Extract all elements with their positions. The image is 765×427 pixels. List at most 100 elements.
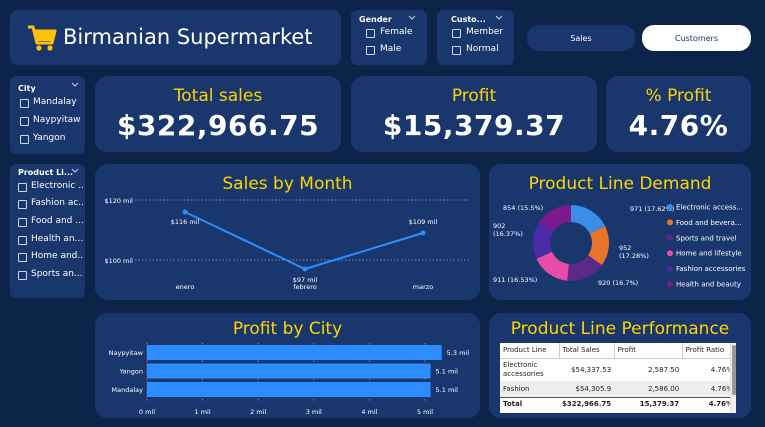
customer-slicer-title: Custo... [451,15,486,24]
customer-type-slicer: Custo... Member Normal [437,10,514,65]
slice-label: (17.28%) [619,252,649,260]
product-option-checkbox[interactable] [18,183,27,192]
product-option-checkbox[interactable] [18,218,27,227]
data-point[interactable] [420,230,426,236]
product-option-checkbox[interactable] [18,200,27,209]
total-sales-value: $322,966.75 [116,109,320,142]
scrollbar-thumb[interactable] [732,345,736,395]
table-cell: 15,379.37 [639,399,680,408]
data-point[interactable] [302,266,308,272]
app-title: Birmanian Supermarket [63,25,313,49]
chevron-down-icon[interactable] [71,167,79,175]
profit-percent-value: 4.76% [628,109,729,142]
product-option-label: Home and... [31,251,83,261]
column-header-label: Product Line [503,346,547,355]
performance-table[interactable]: Product Line Total Sales Profit Profit R… [500,343,736,413]
category-label: Mandalay [112,386,144,394]
legend-label[interactable]: Electronic access... [676,204,743,212]
legend-marker [667,234,673,241]
chevron-down-icon[interactable] [408,14,416,22]
legend-label[interactable]: Home and lifestyle [676,250,742,258]
performance-table-grid: Product Line Total Sales Profit Profit R… [500,343,736,410]
slice-label: (16.37%) [493,230,523,238]
x-tick-label: 1 mil [195,408,211,416]
total-sales-card: Total sales $322,966.75 [95,76,341,152]
customers-button[interactable]: Customers [642,25,751,51]
y-tick-label: $120 mil [104,197,133,205]
data-label: 5.1 mil [436,386,459,394]
mandalay-checkbox[interactable] [20,99,29,108]
slice-label: 911 (16.53%) [493,276,537,284]
total-sales-title: Total sales [173,86,263,106]
legend-label[interactable]: Sports and travel [676,234,736,242]
product-option-checkbox[interactable] [18,253,27,262]
legend-marker [667,204,673,210]
table-cell: Total [503,399,523,408]
product-option-label: Food and ... [31,216,83,226]
product-line-performance-card: Product Line Performance Product Line To… [489,313,751,418]
table-cell: 4.76% [710,384,733,393]
bar[interactable] [147,345,442,360]
sales-button[interactable]: Sales [527,25,635,51]
city-slicer-title: City [18,84,36,93]
table-cell: Fashion [503,384,530,393]
table-scrollbar[interactable] [730,343,736,413]
legend-label[interactable]: Food and bevera... [676,219,741,227]
legend-label[interactable]: Fashion accessories [676,265,746,273]
table-header-row: Product Line Total Sales Profit Profit R… [500,343,736,358]
yangon-checkbox[interactable] [20,135,29,144]
product-line-performance-title: Product Line Performance [510,319,730,339]
product-line-slicer-title: Product Li... [18,168,74,177]
column-header-product-line[interactable]: Product Line [500,343,560,358]
normal-checkbox[interactable] [452,46,461,55]
chevron-down-icon[interactable] [495,14,503,22]
category-label: Naypyitaw [109,349,144,357]
column-header-total-sales[interactable]: Total Sales [559,343,615,358]
column-header-label: Total Sales [562,346,600,355]
x-tick-label: febrero [293,283,316,291]
member-label: Member [466,27,504,37]
sales-by-month-chart: $120 mil$100 mil$116 milenero$97 milfebr… [104,197,470,291]
legend-marker [667,219,673,226]
naypyitaw-checkbox[interactable] [20,117,29,126]
data-label: 5.1 mil [436,368,459,376]
slice-label: 920 (16.7%) [598,279,638,287]
product-option-checkbox[interactable] [18,236,27,245]
naypyitaw-label: Naypyitaw [33,115,81,125]
profit-title: Profit [451,86,497,106]
member-checkbox[interactable] [452,29,461,38]
column-header-profit[interactable]: Profit [614,343,683,358]
male-checkbox[interactable] [366,46,375,55]
bar[interactable] [147,382,431,397]
chevron-down-icon[interactable] [71,81,79,89]
slice-label: 902 [493,222,505,230]
sales-by-month-card: Sales by Month $120 mil $100 mil $116 mil e… [95,164,480,300]
table-row[interactable]: Electronic accessories $54,337.53 2,587.… [500,358,736,381]
product-option-label: Electronic ... [31,181,83,191]
profit-percent-title: % Profit [645,86,712,106]
table-cell: $54,305.9 [575,384,612,393]
profit-card: Profit $15,379.37 [351,76,597,152]
data-point[interactable] [182,209,188,215]
product-option-label: Health an... [31,234,83,244]
table-cell: 2,586.00 [647,384,680,393]
table-total-row: Total $322,966.75 15,379.37 4.76% [500,397,736,410]
profit-by-city-card: Profit by City 0 mil 1 mil 2 mil 3 mil 4 mil… [95,313,480,418]
table-cell: $54,337.53 [571,365,612,374]
slice-label: 854 (15.5%) [503,204,543,212]
column-header-profit-ratio[interactable]: Profit Ratio [682,343,736,358]
table-row[interactable]: Fashion $54,305.9 2,586.00 4.76% [500,381,736,397]
x-tick-label: enero [176,283,195,291]
table-cell: 4.76% [710,365,733,374]
product-line-demand-card: Product Line Demand 971 (17.62%) Electron… [489,164,751,300]
data-label: 5.3 mil [447,349,470,357]
table-cell: Electronic accessories [503,360,544,378]
x-tick-label: 0 mil [139,408,155,416]
legend-label[interactable]: Health and beauty [676,281,741,289]
legend-marker [667,281,673,287]
product-option-checkbox[interactable] [18,271,27,280]
female-checkbox[interactable] [366,29,375,38]
data-label: $109 mil [409,218,438,226]
profit-percent-card: % Profit 4.76% [606,76,751,152]
bar[interactable] [147,363,431,379]
